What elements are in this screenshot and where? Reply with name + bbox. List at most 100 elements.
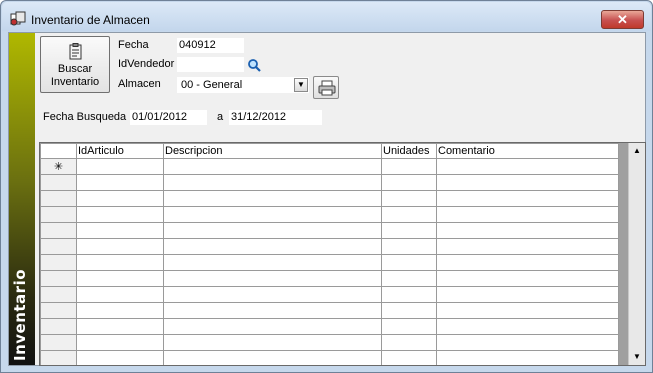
row-selector[interactable] <box>40 174 77 191</box>
cell-comentario[interactable] <box>436 318 619 335</box>
cell-unidades[interactable] <box>381 334 437 351</box>
table-row[interactable] <box>40 222 619 239</box>
table-row[interactable] <box>40 174 619 191</box>
cell-comentario[interactable] <box>436 334 619 351</box>
grid-vertical-scrollbar[interactable]: ▲ ▼ <box>628 143 645 365</box>
scroll-up-icon[interactable]: ▲ <box>629 143 645 159</box>
side-band: Inventario <box>9 33 35 365</box>
cell-descripcion[interactable] <box>163 302 382 319</box>
row-selector[interactable] <box>40 350 77 365</box>
cell-unidades[interactable] <box>381 286 437 303</box>
title-bar[interactable]: Inventario de Almacen ✕ <box>2 2 651 31</box>
table-row[interactable] <box>40 334 619 351</box>
cell-comentario[interactable] <box>436 158 619 175</box>
cell-descripcion[interactable] <box>163 318 382 335</box>
row-selector[interactable] <box>40 238 77 255</box>
cell-idarticulo[interactable] <box>76 254 164 271</box>
col-idarticulo-header[interactable]: IdArticulo <box>76 143 164 159</box>
cell-descripcion[interactable] <box>163 334 382 351</box>
cell-idarticulo[interactable] <box>76 270 164 287</box>
chevron-down-icon[interactable]: ▼ <box>294 78 308 92</box>
cell-unidades[interactable] <box>381 254 437 271</box>
cell-unidades[interactable] <box>381 174 437 191</box>
col-comentario-header[interactable]: Comentario <box>436 143 619 159</box>
fecha-hasta-field[interactable]: 31/12/2012 <box>229 110 322 125</box>
cell-idarticulo[interactable] <box>76 302 164 319</box>
almacen-select[interactable]: 00 - General ▼ <box>177 77 309 93</box>
fecha-field[interactable]: 040912 <box>177 38 244 53</box>
row-selector[interactable] <box>40 190 77 207</box>
scroll-down-icon[interactable]: ▼ <box>629 349 645 365</box>
cell-unidades[interactable] <box>381 318 437 335</box>
cell-comentario[interactable] <box>436 174 619 191</box>
table-row[interactable] <box>40 302 619 319</box>
fecha-desde-field[interactable]: 01/01/2012 <box>130 110 207 125</box>
cell-idarticulo[interactable] <box>76 238 164 255</box>
cell-unidades[interactable] <box>381 190 437 207</box>
buscar-inventario-button[interactable]: Buscar Inventario <box>40 36 110 93</box>
cell-descripcion[interactable] <box>163 158 382 175</box>
cell-unidades[interactable] <box>381 302 437 319</box>
table-row[interactable] <box>40 254 619 271</box>
cell-idarticulo[interactable] <box>76 206 164 223</box>
cell-descripcion[interactable] <box>163 270 382 287</box>
table-row[interactable] <box>40 238 619 255</box>
cell-descripcion[interactable] <box>163 206 382 223</box>
cell-unidades[interactable] <box>381 350 437 365</box>
close-button[interactable]: ✕ <box>601 10 644 29</box>
buscar-inventario-label: Buscar Inventario <box>50 63 100 88</box>
cell-descripcion[interactable] <box>163 254 382 271</box>
print-button[interactable] <box>313 76 339 99</box>
row-selector[interactable] <box>40 206 77 223</box>
app-icon <box>10 11 26 26</box>
cell-unidades[interactable] <box>381 222 437 239</box>
table-row[interactable] <box>40 270 619 287</box>
cell-comentario[interactable] <box>436 302 619 319</box>
cell-comentario[interactable] <box>436 350 619 365</box>
row-selector[interactable] <box>40 222 77 239</box>
cell-unidades[interactable] <box>381 206 437 223</box>
cell-comentario[interactable] <box>436 190 619 207</box>
table-row[interactable] <box>40 318 619 335</box>
cell-idarticulo[interactable] <box>76 158 164 175</box>
inventory-grid[interactable]: IdArticulo Descripcion Unidades Comentar… <box>39 142 646 366</box>
cell-idarticulo[interactable] <box>76 190 164 207</box>
table-row[interactable] <box>40 286 619 303</box>
col-unidades-header[interactable]: Unidades <box>381 143 437 159</box>
row-selector[interactable] <box>40 270 77 287</box>
cell-comentario[interactable] <box>436 254 619 271</box>
table-row[interactable] <box>40 350 619 365</box>
cell-unidades[interactable] <box>381 270 437 287</box>
row-selector[interactable] <box>40 318 77 335</box>
table-row[interactable]: ✳ <box>40 158 619 175</box>
cell-idarticulo[interactable] <box>76 174 164 191</box>
cell-unidades[interactable] <box>381 238 437 255</box>
cell-descripcion[interactable] <box>163 286 382 303</box>
cell-comentario[interactable] <box>436 270 619 287</box>
cell-comentario[interactable] <box>436 206 619 223</box>
cell-descripcion[interactable] <box>163 238 382 255</box>
cell-comentario[interactable] <box>436 222 619 239</box>
vendedor-field[interactable] <box>177 57 244 72</box>
cell-idarticulo[interactable] <box>76 222 164 239</box>
cell-descripcion[interactable] <box>163 174 382 191</box>
cell-comentario[interactable] <box>436 238 619 255</box>
row-selector[interactable] <box>40 334 77 351</box>
search-icon[interactable] <box>247 58 261 72</box>
row-selector[interactable]: ✳ <box>40 158 77 175</box>
cell-unidades[interactable] <box>381 158 437 175</box>
table-row[interactable] <box>40 206 619 223</box>
row-selector[interactable] <box>40 254 77 271</box>
cell-idarticulo[interactable] <box>76 350 164 365</box>
col-descripcion-header[interactable]: Descripcion <box>163 143 382 159</box>
table-row[interactable] <box>40 190 619 207</box>
cell-idarticulo[interactable] <box>76 334 164 351</box>
cell-comentario[interactable] <box>436 286 619 303</box>
row-selector[interactable] <box>40 286 77 303</box>
cell-descripcion[interactable] <box>163 222 382 239</box>
cell-idarticulo[interactable] <box>76 318 164 335</box>
row-selector[interactable] <box>40 302 77 319</box>
cell-descripcion[interactable] <box>163 350 382 365</box>
cell-descripcion[interactable] <box>163 190 382 207</box>
cell-idarticulo[interactable] <box>76 286 164 303</box>
